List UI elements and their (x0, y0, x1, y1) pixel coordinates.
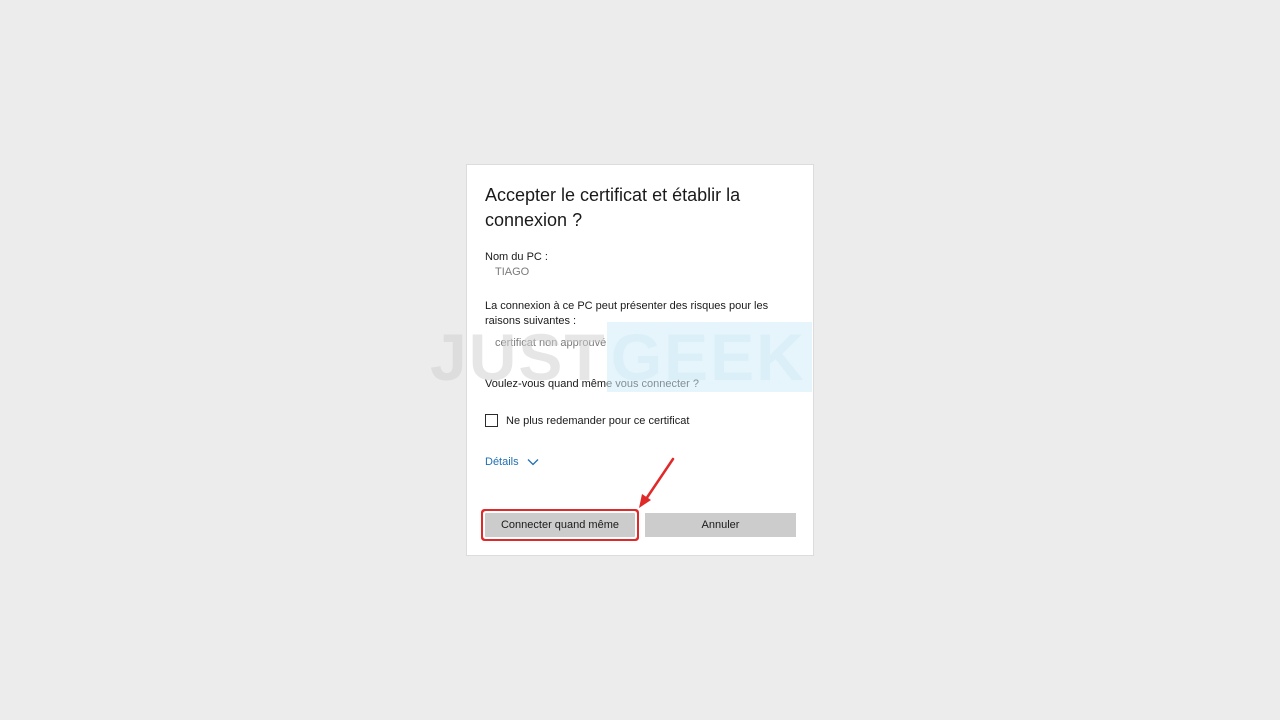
red-arrow-icon (639, 457, 675, 508)
chevron-down-icon[interactable] (527, 458, 539, 466)
risk-description: La connexion à ce PC peut présenter des … (485, 300, 769, 327)
details-toggle[interactable]: Détails (485, 456, 539, 468)
pc-name-label: Nom du PC : (485, 251, 548, 263)
dialog-title: Accepter le certificat et établir la con… (485, 185, 741, 230)
cancel-button[interactable]: Annuler (645, 513, 796, 537)
connect-question: Voulez-vous quand même vous connecter ? (485, 378, 700, 390)
dont-ask-again-checkbox[interactable] (485, 414, 498, 427)
dont-ask-again-option[interactable]: Ne plus redemander pour ce certificat (485, 414, 689, 427)
connect-anyway-button[interactable]: Connecter quand même (485, 513, 635, 537)
risk-reason: certificat non approuvé (495, 337, 607, 349)
dont-ask-again-label[interactable]: Ne plus redemander pour ce certificat (506, 415, 689, 427)
details-label[interactable]: Détails (485, 456, 519, 468)
pc-name-value: TIAGO (495, 266, 530, 278)
screen: Accepter le certificat et établir la con… (0, 0, 1280, 720)
